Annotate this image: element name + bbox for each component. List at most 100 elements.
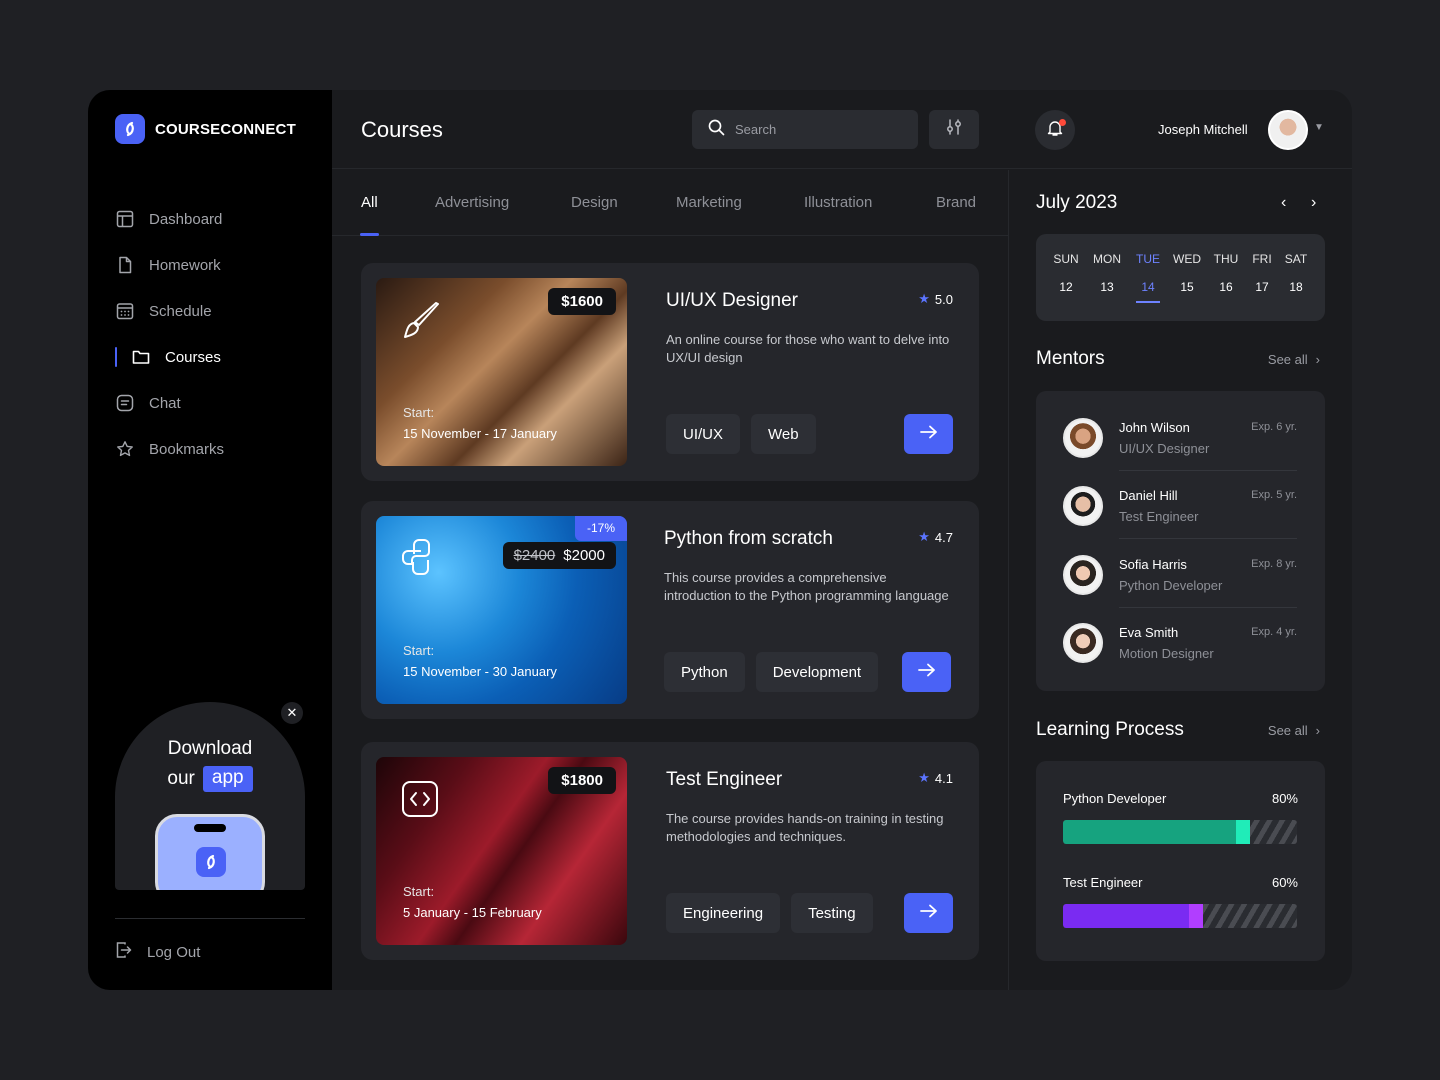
tag[interactable]: Engineering <box>666 893 781 933</box>
day-of-week: TUE <box>1136 252 1160 266</box>
course-dates: 5 January - 15 February <box>403 905 542 920</box>
list-item[interactable]: Daniel Hill Test Engineer Exp. 5 yr. <box>1063 471 1297 539</box>
sidebar-item-courses[interactable]: Courses <box>115 334 315 380</box>
course-title: UI/UX Designer <box>666 290 798 311</box>
tag[interactable]: UI/UX <box>666 414 741 454</box>
star-icon: ★ <box>918 529 930 544</box>
progress-bar <box>1063 904 1297 928</box>
tab-illustration[interactable]: Illustration <box>804 194 872 211</box>
sliders-icon <box>945 118 963 141</box>
course-title: Python from scratch <box>664 528 833 549</box>
mentor-experience: Exp. 8 yr. <box>1251 558 1297 570</box>
rating-value: 4.1 <box>934 770 953 786</box>
learning-see-all-link[interactable]: See all › <box>1268 723 1320 738</box>
logo-icon <box>196 847 226 877</box>
star-icon: ★ <box>918 291 930 306</box>
price: $2000 <box>563 547 605 564</box>
app-window: COURSECONNECT Dashboard Homework Schedul… <box>88 90 1352 990</box>
progress-percent: 60% <box>1271 875 1298 890</box>
avatar <box>1063 555 1103 595</box>
chevron-left-icon[interactable]: ‹ <box>1281 194 1286 212</box>
mentors-see-all-link[interactable]: See all › <box>1268 352 1320 367</box>
course-image: -17% $2400 $2000 Start: 15 November - 30… <box>376 516 627 704</box>
mentor-experience: Exp. 5 yr. <box>1251 489 1297 501</box>
mentor-experience: Exp. 6 yr. <box>1251 421 1297 433</box>
sidebar-item-label: Chat <box>149 394 181 412</box>
course-tags: UI/UX Web <box>666 414 816 454</box>
tag[interactable]: Web <box>751 414 816 454</box>
tab-marketing[interactable]: Marketing <box>676 194 742 211</box>
tab-all[interactable]: All <box>361 194 378 211</box>
divider <box>1119 538 1297 539</box>
tag[interactable]: Python <box>664 652 745 692</box>
sidebar: COURSECONNECT Dashboard Homework Schedul… <box>88 90 332 990</box>
promo-subtitle: our app <box>115 766 305 792</box>
filter-button[interactable] <box>929 110 979 149</box>
price-badge: $1800 <box>548 767 616 794</box>
sidebar-nav: Dashboard Homework Schedule Courses Chat… <box>115 196 315 472</box>
promo-prefix: our <box>167 768 195 789</box>
notification-dot <box>1059 119 1066 126</box>
course-card[interactable]: -17% $2400 $2000 Start: 15 November - 30… <box>361 501 979 719</box>
tag[interactable]: Testing <box>791 893 873 933</box>
search-input[interactable] <box>735 122 895 137</box>
sidebar-item-homework[interactable]: Homework <box>115 242 315 288</box>
learning-process-card: Python Developer 80% Test Engineer 60% <box>1036 761 1325 961</box>
open-course-button[interactable] <box>904 414 953 454</box>
promo-title: Download <box>167 738 253 759</box>
tab-brand[interactable]: Brand <box>936 194 976 211</box>
search-icon <box>708 119 725 141</box>
list-item[interactable]: John Wilson UI/UX Designer Exp. 6 yr. <box>1063 403 1297 471</box>
notifications-button[interactable] <box>1035 110 1075 150</box>
list-item[interactable]: Sofia Harris Python Developer Exp. 8 yr. <box>1063 540 1297 608</box>
open-course-button[interactable] <box>904 893 953 933</box>
chevron-right-icon: › <box>1315 352 1320 367</box>
sidebar-item-label: Dashboard <box>149 210 223 228</box>
arrow-right-icon <box>917 663 936 682</box>
course-title: Test Engineer <box>666 769 783 790</box>
list-item[interactable]: Eva Smith Motion Designer Exp. 4 yr. <box>1063 608 1297 676</box>
star-icon <box>115 439 135 459</box>
search-box[interactable] <box>692 110 918 149</box>
close-icon[interactable]: ✕ <box>281 702 303 724</box>
sidebar-item-dashboard[interactable]: Dashboard <box>115 196 315 242</box>
right-panel: July 2023 ‹ › SUN 12 MON 13 TUE 14 WED 1… <box>1008 170 1352 990</box>
tab-advertising[interactable]: Advertising <box>435 194 509 211</box>
chevron-right-icon[interactable]: › <box>1311 194 1316 212</box>
tab-design[interactable]: Design <box>571 194 618 211</box>
avatar <box>1063 486 1103 526</box>
course-tags: Python Development <box>664 652 879 692</box>
calendar-icon <box>115 301 135 321</box>
tag[interactable]: Development <box>755 652 879 692</box>
download-app-promo[interactable]: Download our app <box>115 702 305 890</box>
sidebar-item-bookmarks[interactable]: Bookmarks <box>115 426 315 472</box>
brand-logo[interactable]: COURSECONNECT <box>115 114 296 144</box>
open-course-button[interactable] <box>902 652 951 692</box>
course-card[interactable]: $1600 Start: 15 November - 17 January UI… <box>361 263 979 481</box>
start-label: Start: <box>403 884 435 899</box>
day-number: 13 <box>1100 280 1114 294</box>
user-name[interactable]: Joseph Mitchell <box>1158 122 1248 137</box>
rating: ★ 4.1 <box>918 770 953 786</box>
avatar[interactable] <box>1268 110 1308 150</box>
sidebar-item-chat[interactable]: Chat <box>115 380 315 426</box>
day-number: 15 <box>1180 280 1194 294</box>
calendar-week: SUN 12 MON 13 TUE 14 WED 15 THU 16 FRI 1… <box>1036 234 1325 321</box>
day-number: 14 <box>1141 280 1155 294</box>
learning-process-title: Learning Process <box>1036 719 1184 740</box>
calendar-month: July 2023 <box>1036 192 1118 213</box>
divider <box>115 918 305 919</box>
sidebar-item-label: Bookmarks <box>149 440 225 458</box>
sidebar-item-label: Homework <box>149 256 221 274</box>
rating: ★ 4.7 <box>918 529 953 545</box>
progress-fill <box>1063 820 1250 844</box>
start-label: Start: <box>403 643 435 658</box>
sidebar-item-schedule[interactable]: Schedule <box>115 288 315 334</box>
chevron-down-icon[interactable]: ▼ <box>1314 122 1324 133</box>
logout-button[interactable]: Log Out <box>115 938 200 966</box>
day-number: 16 <box>1219 280 1233 294</box>
day-of-week: MON <box>1093 252 1121 266</box>
day-of-week: THU <box>1213 252 1239 266</box>
file-icon <box>115 255 135 275</box>
course-card[interactable]: $1800 Start: 5 January - 15 February Tes… <box>361 742 979 960</box>
